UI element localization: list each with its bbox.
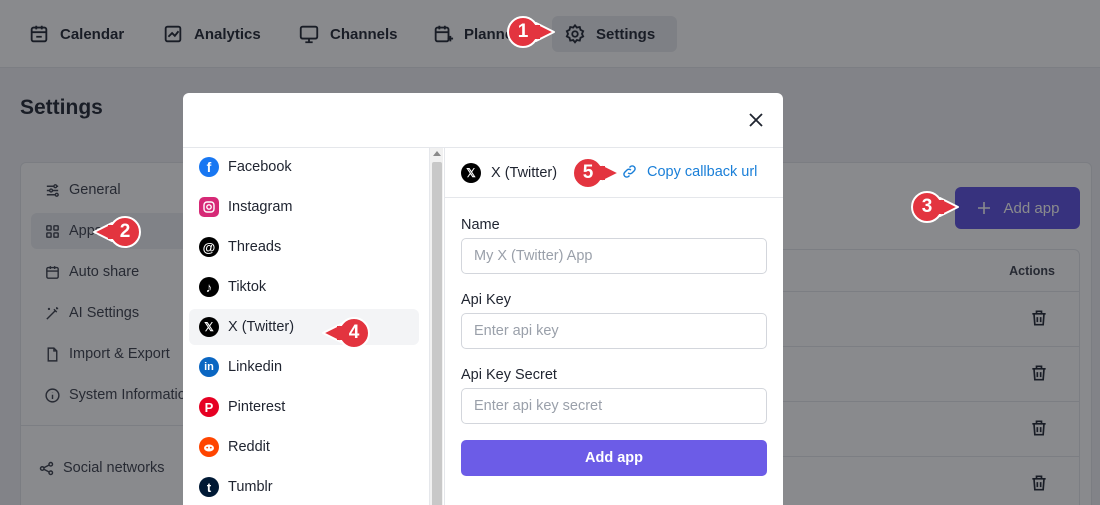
threads-icon: @ <box>199 237 219 257</box>
x-twitter-icon: 𝕏 <box>199 317 219 337</box>
callout-badge-2: 2 <box>90 215 142 249</box>
callout-badge-1: 1 <box>506 15 558 49</box>
api-key-secret-label: Api Key Secret <box>461 367 557 383</box>
facebook-icon: f <box>199 157 219 177</box>
x-twitter-icon: 𝕏 <box>461 163 481 183</box>
link-icon <box>623 165 636 178</box>
modal-header <box>183 93 783 148</box>
copy-callback-url-link[interactable]: Copy callback url <box>621 163 757 180</box>
provider-item-tumblr[interactable]: t Tumblr <box>189 469 419 505</box>
provider-item-pinterest[interactable]: P Pinterest <box>189 389 419 425</box>
copy-callback-url-label: Copy callback url <box>647 163 758 180</box>
pinterest-icon: P <box>199 397 219 417</box>
name-input[interactable] <box>461 238 767 274</box>
provider-item-x-twitter[interactable]: 𝕏 X (Twitter) <box>189 309 419 345</box>
tumblr-icon: t <box>199 477 219 497</box>
close-icon[interactable] <box>747 111 765 129</box>
provider-label: Tumblr <box>228 479 273 495</box>
modal-add-app-button[interactable]: Add app <box>461 440 767 476</box>
scrollbar-thumb[interactable] <box>432 162 442 505</box>
name-label: Name <box>461 217 500 233</box>
provider-label: Reddit <box>228 439 270 455</box>
callout-number: 5 <box>582 162 594 183</box>
callout-badge-4: 4 <box>319 316 371 350</box>
provider-item-instagram[interactable]: Instagram <box>189 189 419 225</box>
provider-item-reddit[interactable]: Reddit <box>189 429 419 465</box>
callout-number: 2 <box>119 221 131 242</box>
provider-item-facebook[interactable]: f Facebook <box>189 149 419 185</box>
api-key-input[interactable] <box>461 313 767 349</box>
instagram-icon <box>199 197 219 217</box>
add-app-modal: f Facebook Instagram @ Threads ♪ Tiktok … <box>183 93 783 505</box>
api-key-secret-input[interactable] <box>461 388 767 424</box>
reddit-icon <box>199 437 219 457</box>
provider-list: f Facebook Instagram @ Threads ♪ Tiktok … <box>183 148 443 505</box>
provider-label: Facebook <box>228 159 292 175</box>
callout-badge-5: 5 <box>571 156 623 190</box>
callout-number: 4 <box>348 322 360 343</box>
callout-number: 1 <box>517 21 529 42</box>
provider-label: Pinterest <box>228 399 286 415</box>
provider-label: Instagram <box>228 199 293 215</box>
provider-item-tiktok[interactable]: ♪ Tiktok <box>189 269 419 305</box>
callout-number: 3 <box>921 196 933 217</box>
provider-item-threads[interactable]: @ Threads <box>189 229 419 265</box>
provider-label: Threads <box>228 239 282 255</box>
provider-label: Linkedin <box>228 359 283 375</box>
scroll-up-arrow-icon[interactable] <box>433 151 441 156</box>
provider-label: X (Twitter) <box>228 319 295 335</box>
selected-provider-title: X (Twitter) <box>491 165 558 181</box>
provider-item-linkedin[interactable]: in Linkedin <box>189 349 419 385</box>
linkedin-icon: in <box>199 357 219 377</box>
provider-list-scrollbar[interactable] <box>429 148 443 505</box>
provider-label: Tiktok <box>228 279 267 295</box>
tiktok-icon: ♪ <box>199 277 219 297</box>
api-key-label: Api Key <box>461 292 511 308</box>
callout-badge-3: 3 <box>910 190 962 224</box>
modal-column-divider <box>444 148 445 505</box>
